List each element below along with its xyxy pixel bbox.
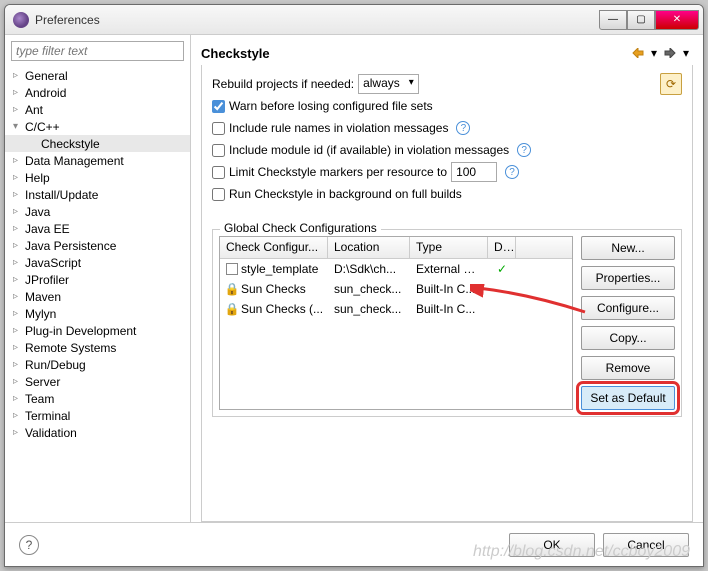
help-button[interactable]: ? [19,535,39,555]
watermark: http://blog.csdn.net/ccboy2009 [473,543,690,561]
tree-item[interactable]: Checkstyle [5,135,190,152]
group-label: Global Check Configurations [220,221,381,235]
include-module-label: Include module id (if available) in viol… [229,143,509,157]
table-row[interactable]: 🔒Sun Checkssun_check...Built-In C... [220,279,572,299]
new-button[interactable]: New... [581,236,675,260]
tree-item[interactable]: ▹Maven [5,288,190,305]
tree-item[interactable]: ▹Remote Systems [5,339,190,356]
limit-field[interactable] [451,162,497,182]
chevron-right-icon: ▹ [13,223,25,234]
tree-item[interactable]: ▹Android [5,84,190,101]
document-icon [226,263,238,275]
chevron-right-icon: ▾ [13,121,25,132]
chevron-right-icon: ▹ [13,359,25,370]
help-icon[interactable]: ? [456,121,470,135]
tree-item[interactable]: ▹Java Persistence [5,237,190,254]
forward-icon[interactable] [663,46,677,60]
warn-checkbox[interactable] [212,100,225,113]
chevron-right-icon: ▹ [13,206,25,217]
background-checkbox[interactable] [212,188,225,201]
chevron-right-icon: ▹ [13,104,25,115]
minimize-button[interactable]: — [599,10,627,30]
forward-menu-icon[interactable]: ▾ [679,46,693,60]
chevron-right-icon: ▹ [13,257,25,268]
col-type[interactable]: Type [410,237,488,258]
lock-icon: 🔒 [226,283,238,295]
copy-button[interactable]: Copy... [581,326,675,350]
tree-item[interactable]: ▹Install/Update [5,186,190,203]
titlebar: Preferences — ▢ ✕ [5,5,703,35]
chevron-right-icon: ▹ [13,325,25,336]
chevron-right-icon: ▹ [13,70,25,81]
table-row[interactable]: style_templateD:\Sdk\ch...External C...✓ [220,259,572,279]
include-rule-label: Include rule names in violation messages [229,121,448,135]
help-icon[interactable]: ? [505,165,519,179]
maximize-button[interactable]: ▢ [627,10,655,30]
limit-checkbox[interactable] [212,166,225,179]
back-menu-icon[interactable]: ▾ [647,46,661,60]
chevron-right-icon: ▹ [13,274,25,285]
chevron-right-icon: ▹ [13,376,25,387]
chevron-right-icon: ▹ [13,189,25,200]
tree-item[interactable]: ▹JavaScript [5,254,190,271]
chevron-right-icon: ▹ [13,427,25,438]
warn-label: Warn before losing configured file sets [229,99,433,113]
chevron-right-icon: ▹ [13,342,25,353]
preferences-dialog: Preferences — ▢ ✕ ▹General▹Android▹Ant▾C… [4,4,704,567]
table-row[interactable]: 🔒Sun Checks (...sun_check...Built-In C..… [220,299,572,319]
chevron-right-icon: ▹ [13,172,25,183]
filter-input[interactable] [11,41,184,61]
tree-item[interactable]: ▹Mylyn [5,305,190,322]
chevron-right-icon: ▹ [13,291,25,302]
config-group: Check Configur... Location Type D... sty… [212,229,682,417]
config-table: Check Configur... Location Type D... sty… [219,236,573,410]
col-config[interactable]: Check Configur... [220,237,328,258]
app-icon [13,12,29,28]
reload-icon[interactable]: ⟳ [660,73,682,95]
tree-item[interactable]: ▹Java EE [5,220,190,237]
tree-item[interactable]: ▹Team [5,390,190,407]
background-label: Run Checkstyle in background on full bui… [229,187,462,201]
tree-item[interactable]: ▹Plug-in Development [5,322,190,339]
page-title: Checkstyle [201,46,629,61]
sidebar: ▹General▹Android▹Ant▾C/C++Checkstyle▹Dat… [5,35,191,522]
close-button[interactable]: ✕ [655,10,699,30]
set-default-button[interactable]: Set as Default [581,386,675,410]
tree-item[interactable]: ▹Help [5,169,190,186]
preferences-tree: ▹General▹Android▹Ant▾C/C++Checkstyle▹Dat… [5,65,190,522]
include-rule-checkbox[interactable] [212,122,225,135]
content-pane: Checkstyle ▾ ▾ ⟳ Rebuild projects if nee… [191,35,703,522]
tree-item[interactable]: ▹Validation [5,424,190,441]
tree-item[interactable]: ▹Java [5,203,190,220]
tree-item[interactable]: ▹Terminal [5,407,190,424]
limit-label: Limit Checkstyle markers per resource to [229,165,447,179]
window-title: Preferences [35,13,599,27]
rebuild-label: Rebuild projects if needed: [212,77,354,91]
col-location[interactable]: Location [328,237,410,258]
tree-item[interactable]: ▹Data Management [5,152,190,169]
chevron-right-icon: ▹ [13,410,25,421]
tree-item[interactable]: ▹JProfiler [5,271,190,288]
configure-button[interactable]: Configure... [581,296,675,320]
chevron-right-icon: ▹ [13,155,25,166]
properties-button[interactable]: Properties... [581,266,675,290]
chevron-right-icon: ▹ [13,393,25,404]
help-icon[interactable]: ? [517,143,531,157]
back-icon[interactable] [631,46,645,60]
tree-item[interactable]: ▹Server [5,373,190,390]
rebuild-dropdown[interactable]: always [358,74,419,94]
tree-item[interactable]: ▹Run/Debug [5,356,190,373]
tree-item[interactable]: ▾C/C++ [5,118,190,135]
include-module-checkbox[interactable] [212,144,225,157]
chevron-right-icon: ▹ [13,240,25,251]
tree-item[interactable]: ▹General [5,67,190,84]
chevron-right-icon: ▹ [13,308,25,319]
remove-button[interactable]: Remove [581,356,675,380]
col-default[interactable]: D... [488,237,516,258]
lock-icon: 🔒 [226,303,238,315]
chevron-right-icon: ▹ [13,87,25,98]
tree-item[interactable]: ▹Ant [5,101,190,118]
